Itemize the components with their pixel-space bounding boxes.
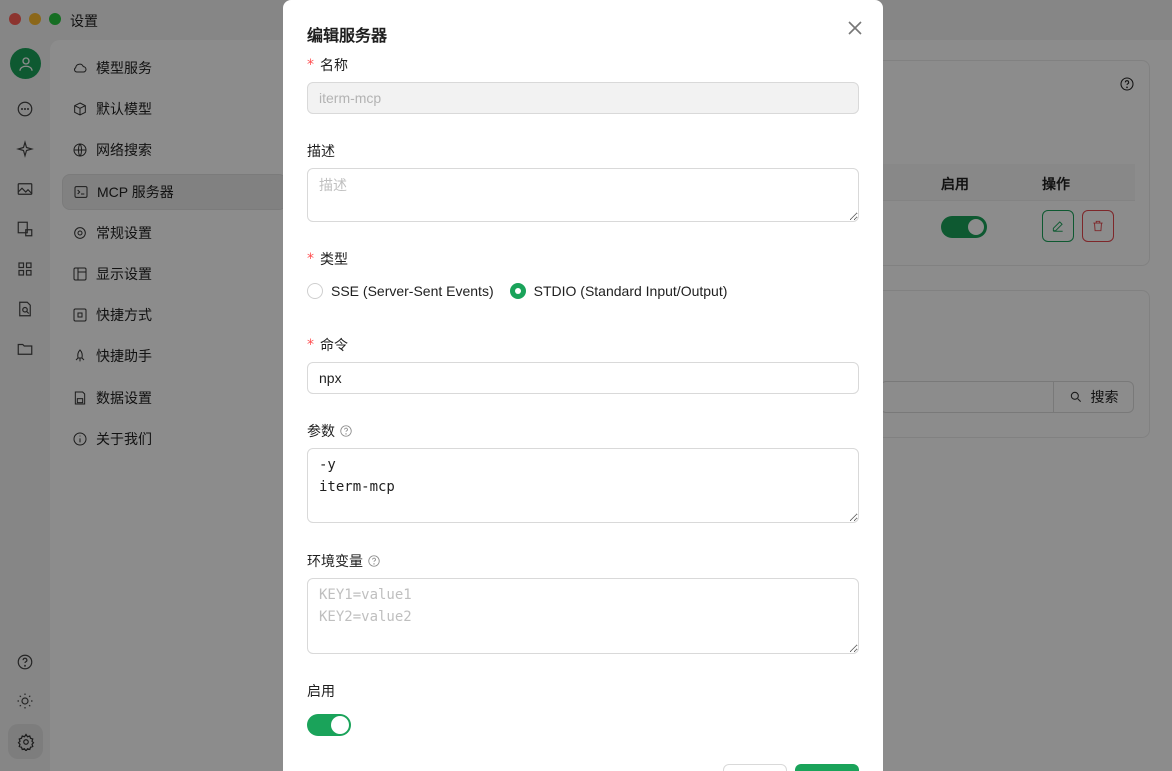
args-field[interactable]: -y iterm-mcp (307, 448, 859, 523)
type-radio-group: SSE (Server-Sent Events) STDIO (Standard… (307, 283, 743, 299)
cancel-button[interactable] (723, 764, 787, 771)
enabled-toggle[interactable] (307, 714, 351, 736)
radio-sse[interactable]: SSE (Server-Sent Events) (307, 283, 494, 299)
name-field[interactable] (307, 82, 859, 114)
description-label: 描述 (307, 143, 335, 159)
edit-server-modal: 编辑服务器 * 名称 描述 * 类型 SSE (Server-Sent Even… (283, 0, 883, 771)
radio-sse-label: SSE (Server-Sent Events) (331, 283, 494, 299)
radio-stdio-label: STDIO (Standard Input/Output) (533, 283, 728, 299)
env-label-text: 环境变量 (307, 553, 363, 569)
enabled-label: 启用 (307, 683, 335, 699)
args-label: 参数 (307, 421, 353, 441)
required-asterisk: * (307, 337, 314, 353)
name-label-text: 名称 (320, 57, 348, 73)
args-label-text: 参数 (307, 423, 335, 439)
type-label-text: 类型 (320, 251, 348, 267)
question-circle-icon[interactable] (367, 554, 381, 568)
radio-circle[interactable] (307, 283, 323, 299)
type-label: * 类型 (307, 249, 348, 269)
question-circle-icon[interactable] (339, 424, 353, 438)
confirm-button[interactable] (795, 764, 859, 771)
required-asterisk: * (307, 57, 314, 73)
command-field[interactable] (307, 362, 859, 394)
command-label: * 命令 (307, 335, 348, 355)
env-field[interactable] (307, 578, 859, 654)
description-field[interactable] (307, 168, 859, 222)
radio-stdio[interactable]: STDIO (Standard Input/Output) (509, 283, 728, 299)
env-label: 环境变量 (307, 551, 381, 571)
name-label: * 名称 (307, 55, 348, 75)
close-icon[interactable] (845, 18, 865, 38)
modal-title: 编辑服务器 (307, 28, 388, 45)
radio-circle-checked[interactable] (509, 283, 526, 299)
required-asterisk: * (307, 251, 314, 267)
command-label-text: 命令 (320, 337, 348, 353)
